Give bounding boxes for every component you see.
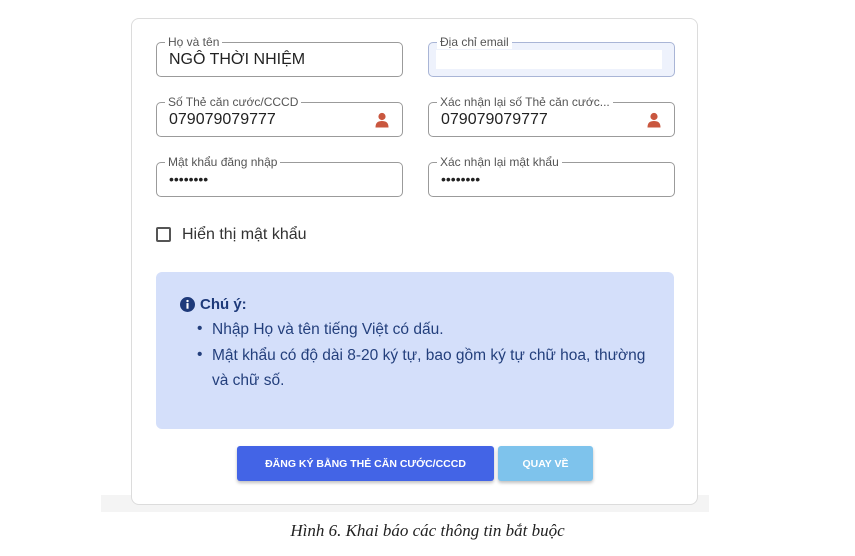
show-password-checkbox[interactable] bbox=[156, 227, 171, 242]
password-value: •••••••• bbox=[169, 171, 209, 187]
fullname-label: Họ và tên bbox=[165, 35, 223, 49]
id-card-confirm-value: 079079079777 bbox=[441, 111, 548, 128]
notice-item-continued: và chữ số. bbox=[212, 372, 285, 389]
show-password-label[interactable]: Hiển thị mật khẩu bbox=[182, 226, 307, 244]
password-confirm-field[interactable]: Xác nhận lại mật khẩu •••••••• bbox=[428, 155, 675, 197]
back-button[interactable]: QUAY VỀ bbox=[498, 446, 593, 481]
user-icon bbox=[647, 112, 661, 128]
notice-item: Nhập Họ và tên tiếng Việt có dấu. bbox=[212, 321, 444, 338]
figure-caption: Hình 6. Khai báo các thông tin bắt buộc bbox=[290, 521, 565, 540]
password-confirm-value: •••••••• bbox=[441, 171, 481, 187]
email-input-autofill bbox=[436, 50, 662, 69]
notice-title: Chú ý: bbox=[200, 296, 247, 313]
fullname-field[interactable]: Họ và tên NGÔ THỜI NHIỆM bbox=[156, 35, 403, 77]
register-with-id-card-button[interactable]: ĐĂNG KÝ BẰNG THẺ CĂN CƯỚC/CCCD bbox=[237, 446, 494, 481]
password-field[interactable]: Mật khẩu đăng nhập •••••••• bbox=[156, 155, 403, 197]
id-card-confirm-label: Xác nhận lại số Thẻ căn cước... bbox=[437, 95, 613, 109]
id-card-label: Số Thẻ căn cước/CCCD bbox=[165, 95, 302, 109]
user-icon bbox=[375, 112, 389, 128]
fullname-value: NGÔ THỜI NHIỆM bbox=[169, 51, 306, 68]
email-label: Địa chỉ email bbox=[437, 35, 512, 49]
notice-item: Mật khẩu có độ dài 8-20 ký tự, bao gồm k… bbox=[212, 347, 646, 364]
register-form-card bbox=[131, 18, 698, 505]
notice-box: Chú ý: • Nhập Họ và tên tiếng Việt có dấ… bbox=[156, 272, 674, 429]
password-label: Mật khẩu đăng nhập bbox=[165, 155, 281, 169]
bullet-icon: • bbox=[197, 346, 203, 363]
bullet-icon: • bbox=[197, 320, 203, 337]
info-icon bbox=[180, 297, 195, 312]
id-card-value: 079079079777 bbox=[169, 111, 276, 128]
password-confirm-label: Xác nhận lại mật khẩu bbox=[437, 155, 562, 169]
id-card-field[interactable]: Số Thẻ căn cước/CCCD 079079079777 bbox=[156, 95, 403, 137]
email-field[interactable]: Địa chỉ email bbox=[428, 35, 675, 77]
id-card-confirm-field[interactable]: Xác nhận lại số Thẻ căn cước... 07907907… bbox=[428, 95, 675, 137]
